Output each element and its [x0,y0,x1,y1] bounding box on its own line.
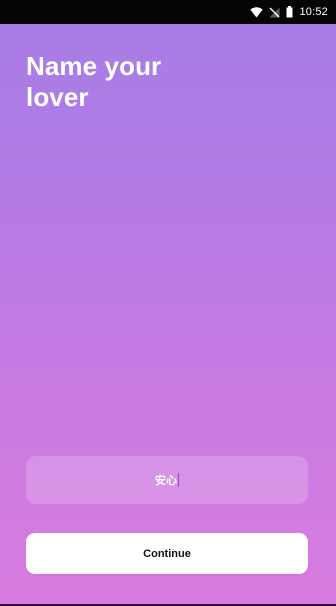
status-bar: 10:52 [0,0,336,24]
wifi-icon [250,5,264,19]
battery-icon [286,5,293,19]
status-time: 10:52 [299,6,328,18]
continue-button[interactable]: Continue [26,533,308,574]
signal-icon [269,5,280,19]
page-title: Name your lover [26,51,162,112]
lover-name-value: 安心 [155,474,177,487]
screen: 10:52 Name your lover 安心 Continue [0,0,336,606]
lover-name-input[interactable]: 安心 [26,456,308,504]
text-cursor [178,473,179,487]
